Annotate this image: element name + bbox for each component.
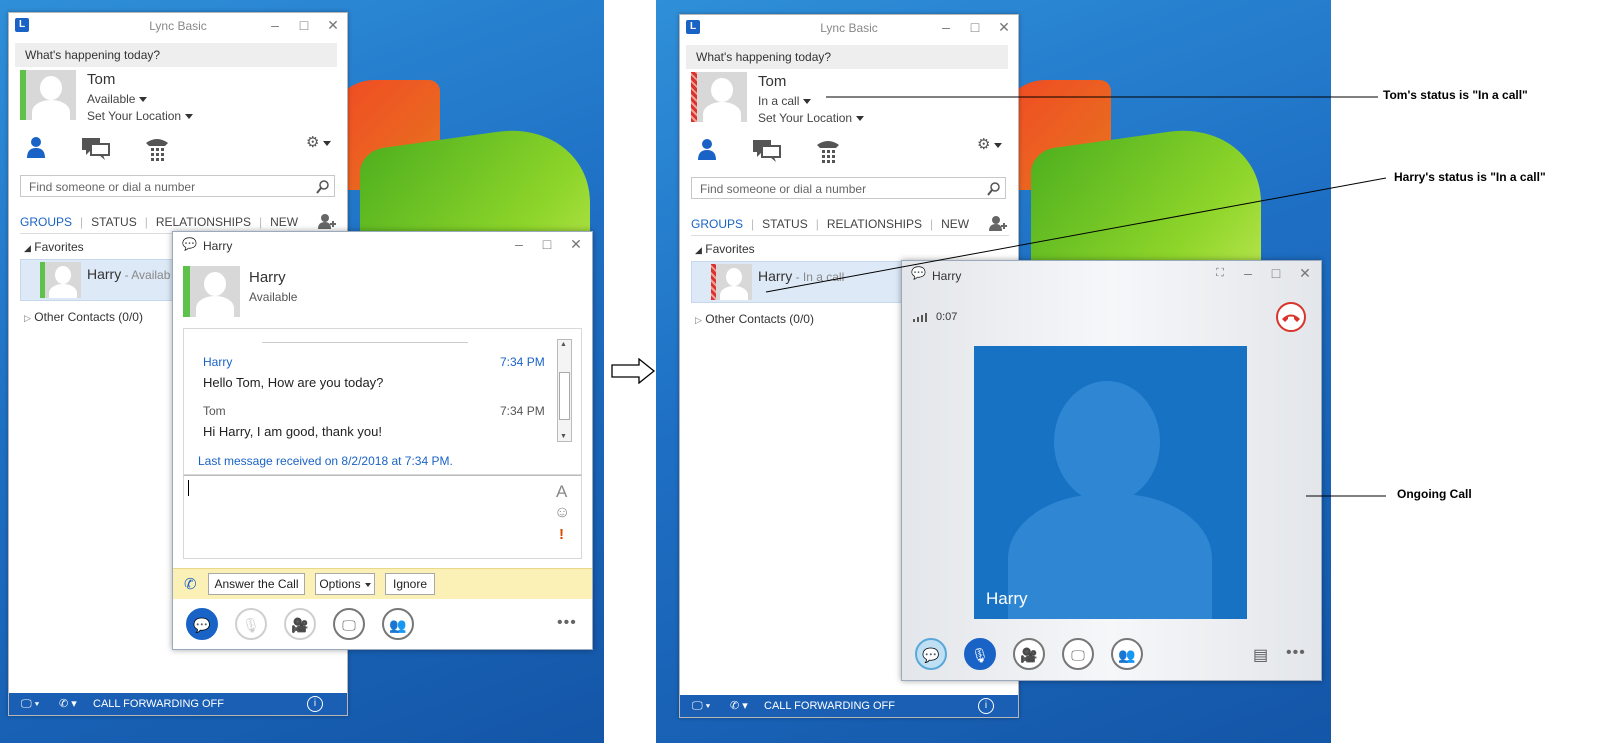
annotation-harry-status: Harry's status is "In a call": [1394, 170, 1546, 184]
annotation-lines: [765, 96, 1387, 497]
annotation-tom-status: Tom's status is "In a call": [1383, 88, 1528, 102]
annotation-ongoing-call: Ongoing Call: [1397, 487, 1472, 501]
